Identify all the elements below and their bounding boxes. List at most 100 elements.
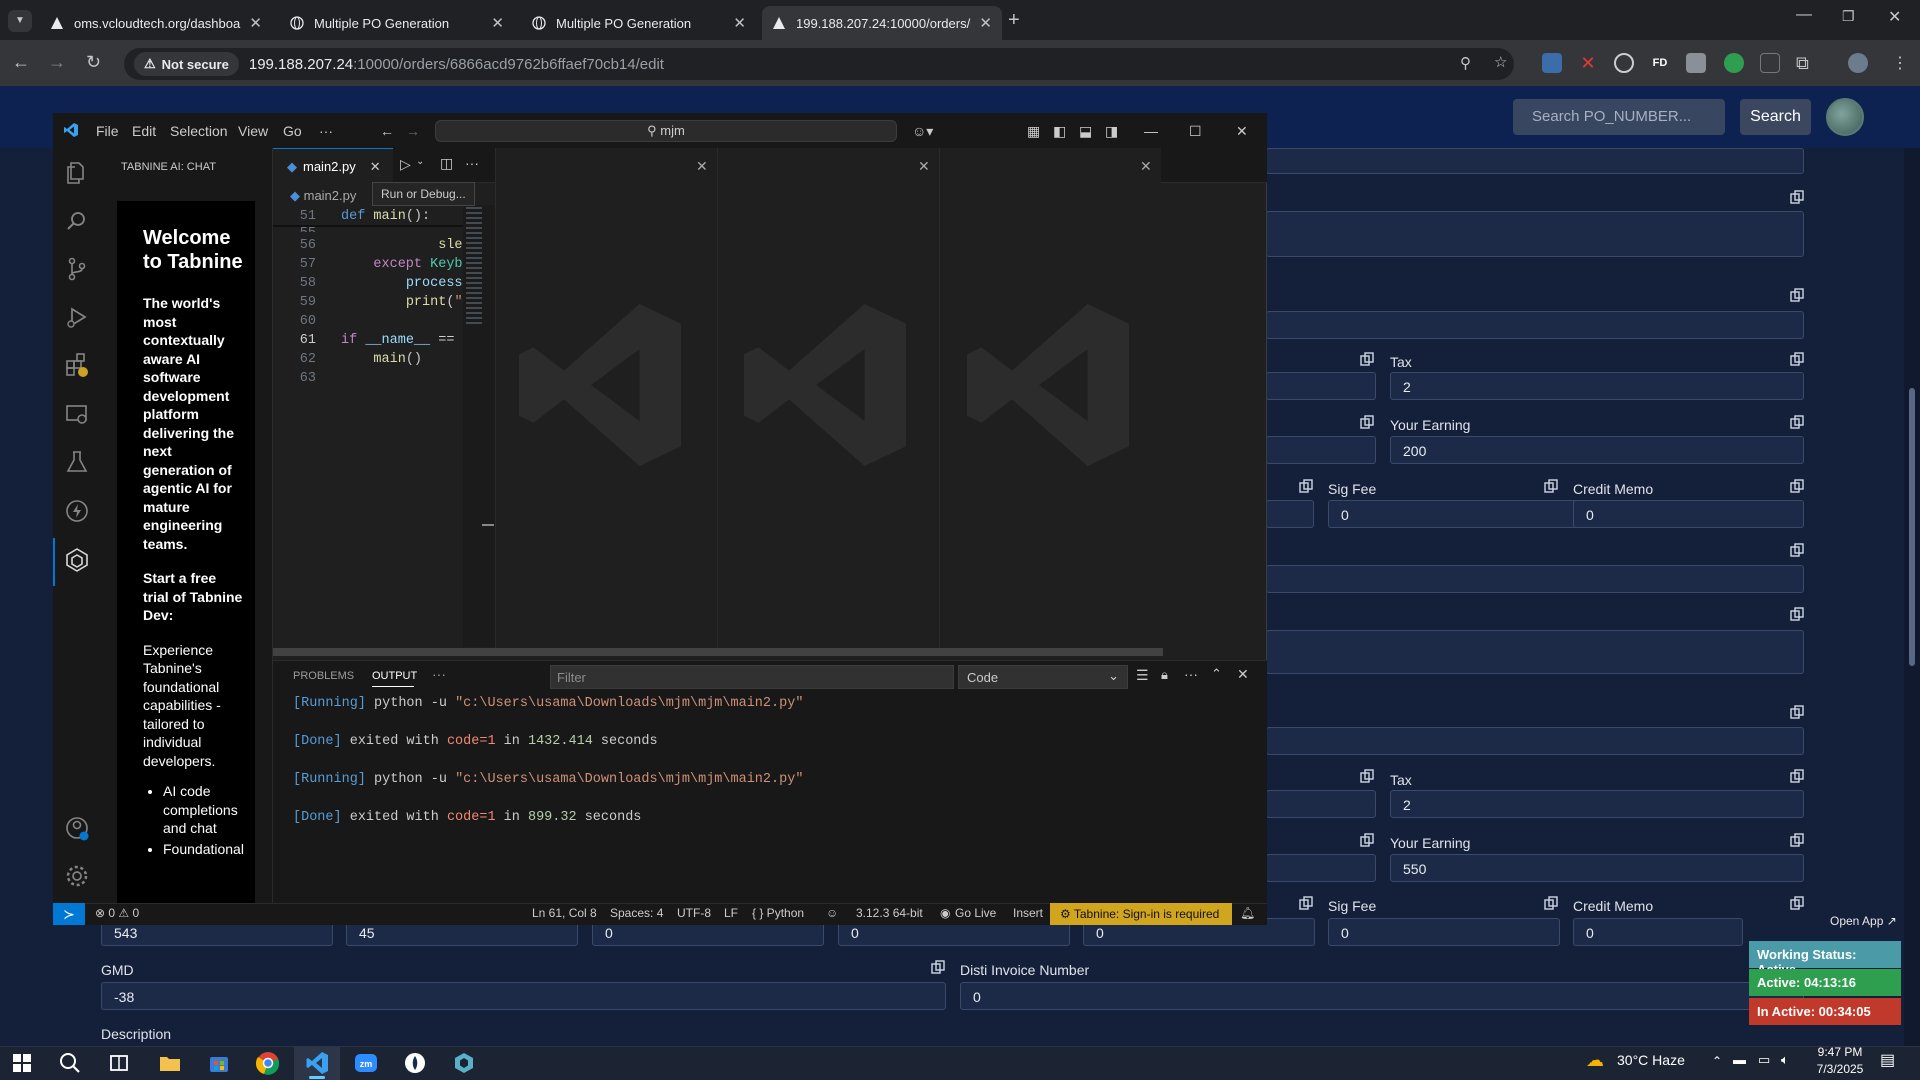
- disti-invoice-input[interactable]: 0: [960, 982, 1804, 1010]
- copy-icon[interactable]: [1790, 543, 1804, 557]
- copy-icon[interactable]: [1360, 352, 1374, 366]
- horizontal-scrollbar[interactable]: [273, 648, 1163, 656]
- vscode-close-icon[interactable]: ✕: [1236, 123, 1248, 140]
- field-input[interactable]: [1266, 500, 1314, 528]
- close-panel-icon[interactable]: ✕: [1237, 666, 1249, 683]
- search-button[interactable]: Search: [1740, 99, 1811, 135]
- copy-icon[interactable]: [1790, 352, 1804, 366]
- python-interpreter[interactable]: 3.12.3 64-bit: [856, 906, 923, 920]
- copy-icon[interactable]: [1790, 833, 1804, 847]
- profile-avatar[interactable]: [1848, 53, 1868, 73]
- extensions-puzzle-icon[interactable]: ⧉: [1796, 53, 1816, 73]
- field-input[interactable]: [1266, 372, 1376, 400]
- notification-center-icon[interactable]: ▤: [1880, 1050, 1895, 1070]
- forward-arrow-icon[interactable]: →: [406, 123, 420, 139]
- microsoft-store-icon[interactable]: [207, 1051, 231, 1075]
- gmd-input[interactable]: -38: [101, 982, 946, 1010]
- menu-file[interactable]: File: [96, 123, 119, 139]
- cursor-position[interactable]: Ln 61, Col 8: [532, 906, 597, 920]
- minimap-slider[interactable]: [466, 207, 482, 327]
- tab-search-button[interactable]: ▼: [8, 10, 32, 32]
- display-icon[interactable]: ▭: [1758, 1052, 1770, 1068]
- remote-indicator-icon[interactable]: ≻: [53, 903, 85, 925]
- vscode-maximize-icon[interactable]: ☐: [1189, 123, 1202, 140]
- show-hidden-icons[interactable]: ⌃: [1712, 1054, 1722, 1068]
- browser-tab-orders[interactable]: 199.188.207.24:10000/orders/6 ✕: [762, 6, 1002, 40]
- vscode-icon[interactable]: [305, 1051, 329, 1075]
- copilot-icon[interactable]: ☺▾: [912, 123, 933, 140]
- copy-icon[interactable]: [1790, 769, 1804, 783]
- maximize-panel-icon[interactable]: ⌃: [1211, 666, 1222, 682]
- toggle-secondary-sidebar-icon[interactable]: ◨: [1105, 123, 1118, 140]
- network-icon[interactable]: ▬: [1733, 1052, 1746, 1067]
- run-dropdown-icon[interactable]: ⌄: [416, 156, 424, 167]
- lightning-icon[interactable]: [64, 498, 90, 524]
- your-earning-input[interactable]: 550: [1390, 854, 1804, 882]
- task-view-icon[interactable]: [107, 1051, 131, 1075]
- customize-layout-icon[interactable]: ▦: [1027, 123, 1040, 140]
- sig-fee-input[interactable]: 0: [1328, 918, 1560, 946]
- zoom-app-icon[interactable]: zm: [354, 1051, 378, 1075]
- end-of-line[interactable]: LF: [724, 906, 738, 920]
- close-window-icon[interactable]: ✕: [1888, 7, 1901, 27]
- copy-icon[interactable]: [1790, 415, 1804, 429]
- split-editor-icon[interactable]: ◫: [440, 155, 453, 172]
- file-explorer-icon[interactable]: [158, 1051, 182, 1075]
- accounts-icon[interactable]: [64, 815, 90, 841]
- user-avatar[interactable]: [1826, 98, 1864, 136]
- weather-icon[interactable]: ☁: [1586, 1050, 1604, 1071]
- copy-icon[interactable]: [1790, 896, 1804, 910]
- copy-icon[interactable]: [931, 960, 945, 974]
- copy-icon[interactable]: [1790, 288, 1804, 302]
- app-icon[interactable]: [452, 1051, 476, 1075]
- extension-icon[interactable]: [1542, 53, 1562, 73]
- field-input[interactable]: [1266, 790, 1376, 818]
- command-center-search[interactable]: ⚲ mjm: [435, 120, 897, 142]
- browser-menu-icon[interactable]: ⋮: [1892, 53, 1912, 73]
- lock-scroll-icon[interactable]: 🔒︎: [1161, 667, 1168, 683]
- extension-icon[interactable]: [1614, 53, 1634, 73]
- close-tab-icon[interactable]: ✕: [491, 14, 504, 32]
- settings-gear-icon[interactable]: [64, 863, 90, 889]
- indentation[interactable]: Spaces: 4: [610, 906, 663, 920]
- field-input[interactable]: [1266, 727, 1804, 755]
- restore-window-icon[interactable]: ❐: [1842, 8, 1855, 25]
- copy-icon[interactable]: [1360, 833, 1374, 847]
- system-clock[interactable]: 9:47 PM 7/3/2025: [1805, 1044, 1875, 1078]
- search-icon[interactable]: [64, 208, 90, 234]
- forward-icon[interactable]: →: [48, 52, 66, 73]
- tab-output[interactable]: OUTPUT: [372, 670, 417, 682]
- copy-icon[interactable]: [1790, 607, 1804, 621]
- panel-more-actions-icon[interactable]: ···: [1184, 666, 1198, 682]
- encoding[interactable]: UTF-8: [677, 906, 711, 920]
- copy-icon[interactable]: [1544, 896, 1558, 910]
- copy-icon[interactable]: [1790, 479, 1804, 493]
- new-tab-button[interactable]: +: [1008, 9, 1020, 32]
- extension-icon[interactable]: FD: [1650, 53, 1670, 73]
- copilot-status-icon[interactable]: ☺: [826, 906, 838, 920]
- go-live-button[interactable]: Go Live: [955, 906, 996, 920]
- editor-scrollbar[interactable]: [482, 524, 494, 526]
- back-icon[interactable]: ←: [12, 52, 30, 73]
- language-mode[interactable]: { } Python: [752, 906, 804, 920]
- credit-memo-input[interactable]: 0: [1573, 500, 1804, 528]
- source-control-icon[interactable]: [64, 256, 90, 282]
- run-debug-icon[interactable]: [64, 304, 90, 330]
- tabnine-signin-status[interactable]: ⚙ Tabnine: Sign-in is required: [1050, 903, 1232, 925]
- vscode-minimize-icon[interactable]: —: [1144, 123, 1158, 139]
- tab-problems[interactable]: PROBLEMS: [293, 670, 354, 682]
- open-app-link[interactable]: Open App ↗: [1830, 914, 1897, 928]
- close-group-icon[interactable]: ✕: [696, 158, 708, 175]
- minimize-window-icon[interactable]: —: [1796, 6, 1812, 24]
- credit-memo-input[interactable]: 0: [1573, 918, 1743, 946]
- output-filter-input[interactable]: Filter: [550, 665, 954, 689]
- page-scrollbar-thumb[interactable]: [1909, 388, 1915, 666]
- tax-input[interactable]: 2: [1390, 372, 1804, 400]
- tab-main2-py[interactable]: ◆ main2.py ✕: [273, 148, 393, 184]
- explorer-icon[interactable]: [64, 160, 90, 186]
- app-icon[interactable]: [403, 1051, 427, 1075]
- toggle-sidebar-icon[interactable]: ◧: [1053, 123, 1066, 140]
- extension-icon[interactable]: ✕: [1578, 53, 1598, 73]
- browser-tab-po-1[interactable]: Multiple PO Generation ✕: [280, 6, 514, 40]
- more-actions-icon[interactable]: ···: [465, 155, 479, 171]
